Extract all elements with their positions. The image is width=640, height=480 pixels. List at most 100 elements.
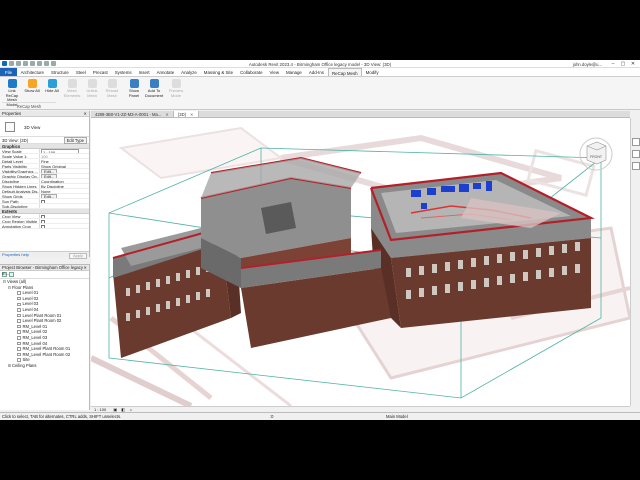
browser-item-label: RM_Level 01 <box>22 323 48 329</box>
svg-text:FRONT: FRONT <box>590 155 603 159</box>
mesh-elements-button[interactable]: Mesh Elements <box>62 79 82 98</box>
tab-modify[interactable]: Modify <box>362 68 382 76</box>
preview-mode-button[interactable]: Preview Mode <box>166 79 186 98</box>
property-name: Default Analysis Dis... <box>2 189 40 193</box>
close-button[interactable]: ✕ <box>628 60 638 68</box>
property-value[interactable]: Fine <box>40 159 89 163</box>
browser-item-label: Floor Plans <box>12 284 34 290</box>
ribbon-button-label: Reload Mesh <box>105 88 119 98</box>
status-bar: Click to select, TAB for alternates, CTR… <box>0 412 640 420</box>
property-value[interactable]: Show Original <box>40 164 89 168</box>
floor-plan-view-icon <box>17 336 21 340</box>
browser-item-label: Site <box>22 357 30 363</box>
close-icon[interactable]: ✕ <box>165 112 169 117</box>
unlink-mesh-button[interactable]: Unlink Mesh <box>82 79 102 98</box>
tab-manage[interactable]: Manage <box>282 68 305 76</box>
browser-item-label: Level Plant Room 01 <box>22 312 62 318</box>
instance-filter[interactable]: 3D View: {3D} Edit Type <box>0 136 89 144</box>
tab-annotate[interactable]: Annotate <box>153 68 178 76</box>
user-account[interactable]: john.doyle@u... <box>573 62 602 67</box>
property-value[interactable]: By Discipline <box>40 184 89 188</box>
full-navigation-wheel-icon[interactable] <box>632 138 640 146</box>
tab-add-ins[interactable]: Add-Ins <box>305 68 327 76</box>
3d-viewport[interactable]: FRONT <box>91 118 630 406</box>
property-value[interactable] <box>40 204 89 208</box>
tab-systems[interactable]: Systems <box>111 68 135 76</box>
viewcube[interactable]: FRONT <box>579 137 613 171</box>
tab-view[interactable]: View <box>266 68 282 76</box>
property-value[interactable]: Edit... <box>40 169 89 173</box>
property-value[interactable] <box>40 219 89 223</box>
checkbox[interactable] <box>41 215 45 218</box>
property-value[interactable]: Coordination <box>40 179 89 183</box>
checkbox[interactable] <box>41 225 45 228</box>
pan-icon[interactable] <box>632 162 640 170</box>
close-icon[interactable]: ✕ <box>190 112 194 117</box>
tab-collaborate[interactable]: Collaborate <box>237 68 266 76</box>
scale-field[interactable]: 1 : 100 <box>41 149 79 153</box>
browser-item[interactable]: ⊞Ceiling Plans <box>0 363 89 369</box>
property-value[interactable] <box>40 214 89 218</box>
tab-precast[interactable]: Precast <box>89 68 111 76</box>
floor-plan-view-icon <box>17 291 21 295</box>
property-value[interactable] <box>40 224 89 228</box>
zoom-icon[interactable] <box>632 150 640 158</box>
apply-button[interactable]: Apply <box>68 252 87 259</box>
properties-help-link[interactable]: Properties help <box>2 252 29 257</box>
minimize-button[interactable]: – <box>608 60 618 68</box>
tab-insert[interactable]: Insert <box>135 68 153 76</box>
property-name: View Scale <box>0 149 40 153</box>
view-tab[interactable]: 4289-3B0-V1-ZZ-M3-A-0001 - Ma... ✕ <box>91 111 174 117</box>
maximize-button[interactable]: ▢ <box>618 60 628 68</box>
property-value[interactable]: Edit... <box>40 194 89 198</box>
edit-type-button[interactable]: Edit Type <box>63 136 87 144</box>
property-name: Scale Value 1: <box>0 154 40 158</box>
property-value[interactable]: Edit... <box>40 174 89 178</box>
ribbon-panel: Link ReCap Mesh Model Show All Hide All Mes… <box>0 77 640 110</box>
floor-plan-view-icon <box>17 313 21 318</box>
floor-plan-view-icon <box>17 358 21 362</box>
tab-structure[interactable]: Structure <box>48 68 73 76</box>
edit-button[interactable]: Edit... <box>41 169 58 173</box>
tab-analyze[interactable]: Analyze <box>178 68 201 76</box>
ribbon-button-label: Show Panel <box>128 88 140 98</box>
show-panel-button[interactable]: Show Panel <box>124 79 144 98</box>
close-icon[interactable]: ✕ <box>83 265 87 271</box>
property-name: Visibility/Graphics ... <box>0 169 40 173</box>
hide-all-button[interactable]: Hide All <box>42 79 62 94</box>
floor-plan-view-icon <box>17 308 21 312</box>
active-model[interactable]: Main Model <box>386 413 408 420</box>
edit-button[interactable]: Edit... <box>41 174 58 178</box>
add-to-document-button[interactable]: Add To Document <box>144 79 164 98</box>
tab-file[interactable]: File <box>0 68 18 76</box>
3d-view-type-icon <box>5 122 15 132</box>
browser-item-label: Level 02 <box>22 295 39 301</box>
tab-massing-site[interactable]: Massing & Site <box>200 68 236 76</box>
instance-label: 3D View: {3D} <box>2 137 28 143</box>
floor-plan-view-icon <box>17 324 21 329</box>
tab-architecture[interactable]: Architecture <box>17 68 47 76</box>
property-value[interactable] <box>40 199 89 203</box>
checkbox[interactable] <box>41 220 45 223</box>
checkbox[interactable] <box>41 200 45 203</box>
window-controls: – ▢ ✕ <box>608 60 638 68</box>
edit-button[interactable]: Edit... <box>41 194 58 198</box>
reload-mesh-button[interactable]: Reload Mesh <box>102 79 122 98</box>
browser-item-label: Level 03 <box>22 301 39 307</box>
show-panel-icon <box>129 79 139 88</box>
tab-steel[interactable]: Steel <box>72 68 89 76</box>
property-name: Sun Path <box>0 199 40 203</box>
type-selector[interactable]: 3D View <box>0 117 89 137</box>
browser-item-label: RM_Level Plant Room 02 <box>22 351 71 357</box>
browser-item-label: Views (all) <box>7 279 27 284</box>
show-all-button[interactable]: Show All <box>22 79 42 94</box>
property-grid: Graphics View Scale 1 : 100 Scale Value 1: 1… <box>0 144 89 229</box>
property-value[interactable]: 1 : 100 <box>40 149 89 153</box>
floor-plan-view-icon <box>17 352 21 357</box>
model-view-svg[interactable]: FRONT <box>91 118 630 406</box>
tab-recap-mesh[interactable]: ReCap Mesh <box>327 68 363 76</box>
property-value[interactable]: None <box>40 189 89 193</box>
search-icon[interactable] <box>9 272 14 277</box>
ribbon-button-label: Unlink Mesh <box>86 88 98 98</box>
view-tab[interactable]: {3D} ✕ <box>173 111 199 117</box>
